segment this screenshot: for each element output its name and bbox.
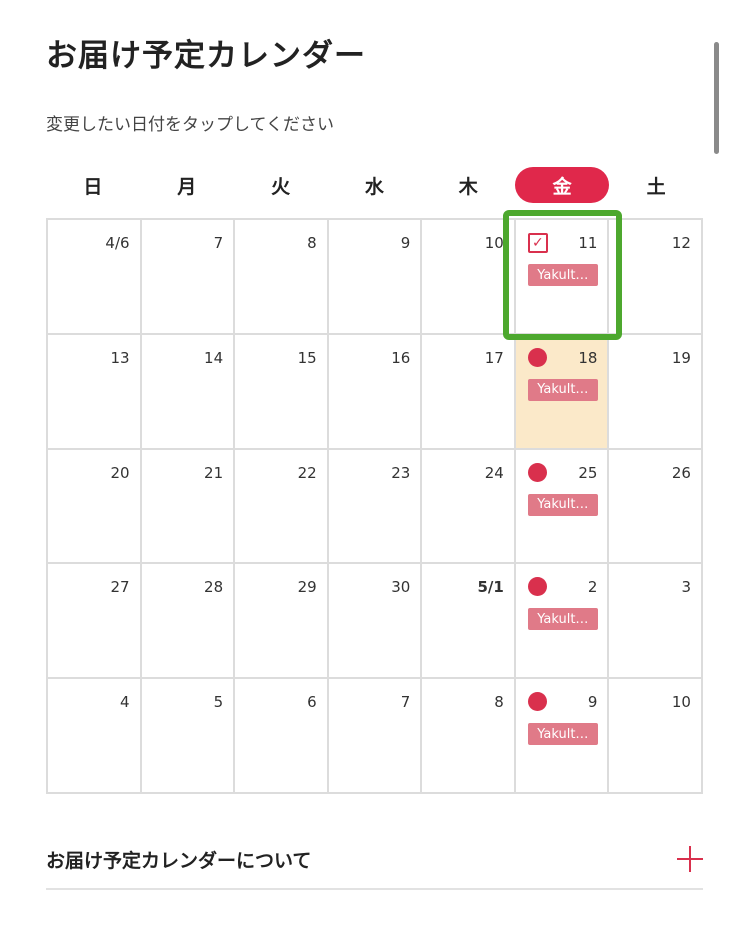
weekday-sat: 土	[646, 175, 666, 198]
calendar-day-cell[interactable]: 20	[48, 449, 142, 565]
weekday-thu: 木	[458, 175, 478, 198]
calendar-day-cell[interactable]: 12	[609, 220, 703, 335]
day-number: 4	[120, 693, 130, 712]
delivery-dot-icon	[527, 347, 547, 367]
weekday-tue: 火	[271, 175, 291, 198]
delivery-product-tag: Yakult…	[527, 264, 598, 286]
day-number: 21	[204, 463, 224, 482]
calendar-day-cell[interactable]: 9 Yakult…	[515, 679, 610, 794]
calendar-day-cell[interactable]: 24	[422, 449, 516, 565]
calendar-day-cell[interactable]: 17	[422, 334, 516, 450]
calendar-day-cell[interactable]: 29	[235, 564, 329, 680]
day-number: 5/1	[477, 578, 504, 597]
day-number: 26	[671, 463, 691, 482]
day-number: 24	[484, 463, 504, 482]
day-number: 10	[671, 693, 691, 712]
calendar-day-cell[interactable]: 2 Yakult…	[515, 564, 610, 680]
calendar-day-cell[interactable]: 9	[328, 220, 423, 335]
weekday-header: 日 月 火 水 木 金 土	[46, 166, 703, 204]
day-number: 18	[578, 348, 598, 367]
calendar-day-cell[interactable]: 8	[422, 679, 516, 794]
plus-icon[interactable]	[677, 846, 703, 872]
calendar-day-cell[interactable]: 7	[328, 679, 423, 794]
calendar-day-cell[interactable]: 10	[422, 220, 516, 335]
day-number: 7	[400, 693, 411, 712]
day-number: 25	[578, 463, 598, 482]
calendar-day-cell[interactable]: 4	[48, 679, 142, 794]
day-number: 16	[391, 348, 411, 367]
calendar-day-cell[interactable]: 5	[141, 679, 236, 794]
weekday-fri-pill: 金	[515, 167, 610, 203]
calendar-day-cell[interactable]: 28	[141, 564, 236, 680]
calendar-day-cell[interactable]: 4/6	[48, 220, 142, 335]
day-number: 9	[400, 234, 411, 252]
day-number: 8	[307, 234, 317, 252]
calendar-day-cell[interactable]: 27	[48, 564, 142, 680]
day-number: 20	[110, 463, 130, 482]
day-number: 4/6	[105, 234, 130, 252]
calendar-day-cell[interactable]: 14	[141, 334, 236, 450]
day-number: 11	[578, 234, 598, 252]
delivery-product-tag: Yakult…	[527, 493, 598, 516]
day-number: 7	[213, 234, 224, 252]
calendar-day-cell[interactable]: 11 ✓ Yakult…	[515, 220, 610, 335]
calendar-day-cell[interactable]: 18 Yakult…	[515, 334, 610, 450]
calendar-day-cell[interactable]: 8	[235, 220, 329, 335]
calendar-day-cell[interactable]: 3	[609, 564, 703, 680]
day-number: 2	[587, 578, 598, 597]
day-number: 29	[297, 578, 317, 597]
weekday-sun: 日	[83, 175, 103, 198]
instruction-text: 変更したい日付をタップしてください	[46, 115, 334, 135]
day-number: 23	[391, 463, 411, 482]
calendar-day-cell[interactable]: 30	[328, 564, 423, 680]
calendar-day-cell[interactable]: 23	[328, 449, 423, 565]
delivery-dot-icon	[527, 692, 547, 712]
day-number: 15	[297, 348, 317, 367]
about-calendar-row[interactable]: お届け予定カレンダーについて	[46, 830, 703, 890]
calendar-day-cell[interactable]: 25 Yakult…	[515, 449, 610, 565]
scrollbar[interactable]	[714, 42, 719, 154]
calendar-day-cell[interactable]: 22	[235, 449, 329, 565]
day-number: 3	[681, 578, 691, 597]
page-title: お届け予定カレンダー	[46, 38, 366, 74]
day-number: 10	[484, 234, 504, 252]
day-number: 5	[213, 693, 224, 712]
day-number: 9	[587, 693, 598, 712]
weekday-wed: 水	[364, 175, 384, 198]
calendar-day-cell[interactable]: 26	[609, 449, 703, 565]
calendar-day-cell[interactable]: 19	[609, 334, 703, 450]
calendar-grid: 4/6 7 8 9 10 11 ✓ Yakult… 12 13 14 15 16 17 18 Yakult… 1…	[46, 218, 703, 794]
day-number: 27	[110, 578, 130, 597]
calendar-day-cell[interactable]: 16	[328, 334, 423, 450]
about-calendar-label: お届け予定カレンダーについて	[46, 849, 312, 872]
day-number: 17	[484, 348, 504, 367]
delivery-dot-icon	[527, 577, 547, 597]
day-number: 14	[204, 348, 224, 367]
day-number: 6	[307, 693, 317, 712]
calendar-day-cell[interactable]: 5/1	[422, 564, 516, 680]
delivery-product-tag: Yakult…	[527, 608, 598, 631]
calendar-day-cell[interactable]: 6	[235, 679, 329, 794]
weekday-fri: 金	[515, 166, 610, 204]
calendar-day-cell[interactable]: 13	[48, 334, 142, 450]
delivery-product-tag: Yakult…	[527, 378, 598, 401]
day-number: 8	[494, 693, 504, 712]
calendar-day-cell[interactable]: 15	[235, 334, 329, 450]
day-number: 30	[391, 578, 411, 597]
delivery-product-tag: Yakult…	[527, 723, 598, 746]
delivery-dot-icon	[527, 462, 547, 482]
calendar-day-cell[interactable]: 10	[609, 679, 703, 794]
calendar-day-cell[interactable]: 21	[141, 449, 236, 565]
calendar-day-cell[interactable]: 7	[141, 220, 236, 335]
checkbox-checked-icon[interactable]: ✓	[527, 233, 548, 253]
weekday-mon: 月	[177, 175, 197, 198]
day-number: 12	[671, 234, 691, 252]
day-number: 13	[110, 348, 130, 367]
day-number: 19	[671, 348, 691, 367]
day-number: 22	[297, 463, 317, 482]
day-number: 28	[204, 578, 224, 597]
